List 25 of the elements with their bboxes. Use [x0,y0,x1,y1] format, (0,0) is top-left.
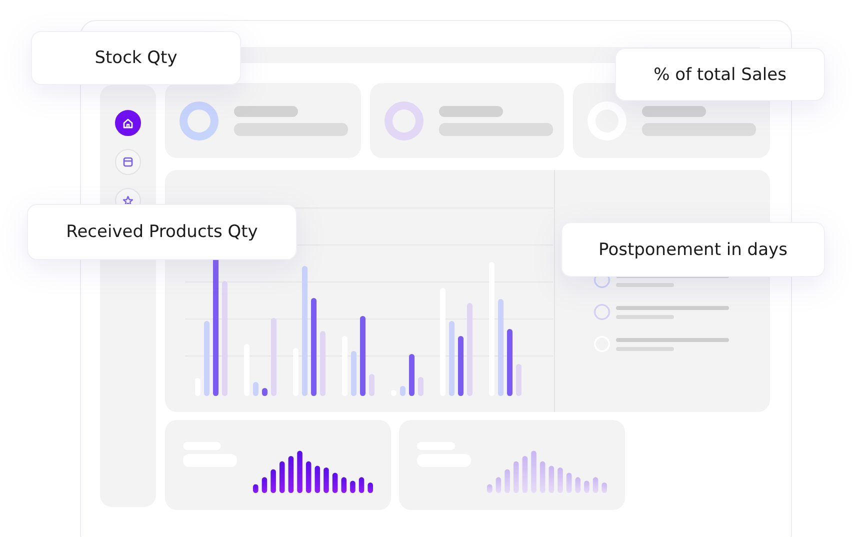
chart-bar [342,336,348,396]
chart-bar [262,388,268,396]
chart-bar [369,374,374,396]
chart-bar [409,354,414,396]
chart-bar [516,364,522,396]
placeholder-line [234,106,298,116]
chart-bar [507,329,512,396]
chart-bar [253,382,258,396]
donut-icon [586,100,628,142]
label-tooltip: Stock Qty [31,31,241,85]
chart-bar [400,386,406,396]
chart-bar [320,331,326,396]
chart-bar [293,348,298,396]
chart-bar [458,336,464,396]
label-tooltip: % of total Sales [615,48,825,101]
chart-bar [351,351,356,396]
nav-button[interactable] [115,110,141,136]
placeholder-line [439,106,503,116]
chart-bar [418,377,424,396]
placeholder-line [642,106,706,116]
label-tooltip: Received Products Qty [27,204,297,260]
donut-icon [178,100,220,142]
chart-bar [244,344,250,396]
donut-icon [383,100,425,142]
circle-icon [594,304,610,320]
